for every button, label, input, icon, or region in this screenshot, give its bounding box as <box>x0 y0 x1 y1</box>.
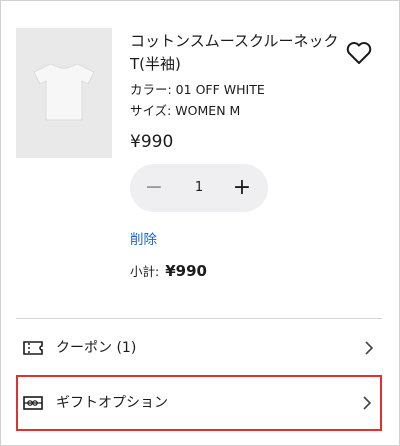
product-price: ¥990 <box>130 132 174 152</box>
tshirt-illustration <box>33 63 95 121</box>
divider <box>16 318 382 319</box>
delete-button[interactable]: 削除 <box>130 230 157 250</box>
coupon-label: クーポン (1) <box>56 340 137 356</box>
quantity-stepper: − 1 + <box>130 164 268 212</box>
ticket-icon <box>23 341 43 355</box>
heart-icon[interactable] <box>345 40 373 66</box>
plus-icon[interactable]: + <box>228 174 256 202</box>
minus-icon[interactable]: − <box>140 174 168 202</box>
subtotal-label: 小計: <box>130 264 160 279</box>
subtotal-value: ¥990 <box>165 262 207 280</box>
chevron-right-icon <box>365 341 374 355</box>
subtotal: 小計: ¥990 <box>130 261 207 282</box>
quantity-value: 1 <box>194 180 204 195</box>
gift-option-label: ギフトオプション <box>56 395 168 411</box>
gift-option-row[interactable]: ギフトオプション <box>16 375 382 431</box>
product-size: サイズ: WOMEN M <box>130 103 241 118</box>
product-image[interactable] <box>16 28 112 158</box>
coupon-row[interactable]: クーポン (1) <box>16 320 382 376</box>
product-name[interactable]: コットンスムースクルーネックT(半袖) <box>130 30 340 76</box>
product-color: カラー: 01 OFF WHITE <box>130 82 265 97</box>
gift-icon <box>23 396 43 410</box>
chevron-right-icon <box>363 396 372 410</box>
